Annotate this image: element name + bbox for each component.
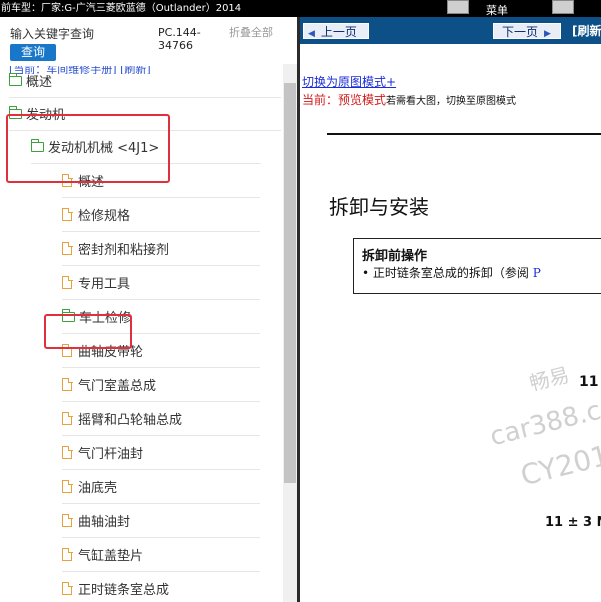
tree-item[interactable]: 概述 <box>8 64 281 98</box>
toolbar-icon[interactable] <box>552 0 574 14</box>
highlight-box <box>6 114 170 183</box>
watermark: CY201 <box>517 438 601 493</box>
doc-title: 拆卸与安装 <box>329 195 429 219</box>
tree-item[interactable]: 曲轴油封 <box>62 504 260 538</box>
tree-item-label: 摇臂和凸轮轴总成 <box>78 413 183 428</box>
tree-item-label: 曲轴油封 <box>78 515 131 530</box>
page-icon <box>62 479 73 493</box>
folder-icon <box>8 72 22 86</box>
switch-mode-link[interactable]: 切换为原图模式+ <box>302 73 396 90</box>
tree-item-label: 密封剂和粘接剂 <box>78 243 170 258</box>
scrollbar-thumb[interactable] <box>284 83 296 483</box>
tree-item-label: 专用工具 <box>78 277 131 292</box>
mode-status: 当前：预览模式若需看大图，切换至原图模式 <box>302 93 517 107</box>
tree-item-label: 气门室盖总成 <box>78 379 157 394</box>
tree-item-label: 检修规格 <box>78 209 131 224</box>
tree-item-label: 气缸盖垫片 <box>78 549 144 564</box>
reference-link[interactable]: P <box>533 266 541 280</box>
arrow-right-icon: ▶ <box>544 29 551 39</box>
tree-item[interactable]: 检修规格 <box>62 198 260 232</box>
tree-item-label: 油底壳 <box>78 481 118 496</box>
tree-item[interactable]: 气门杆油封 <box>62 436 260 470</box>
tree-item[interactable]: 摇臂和凸轮轴总成 <box>62 402 260 436</box>
tree-item-label: 气门杆油封 <box>78 447 144 462</box>
tree-item[interactable]: 气门室盖总成 <box>62 368 260 402</box>
torque-label: 11 ± 3 N <box>545 515 601 530</box>
page-icon <box>62 547 73 561</box>
nav-bar: ◀ 上一页 下一页 ▶ [刷新 <box>300 17 601 44</box>
page-icon <box>62 207 73 221</box>
right-panel: ◀ 上一页 下一页 ▶ [刷新 切换为原图模式+ 当前：预览模式若需看大图，切换至原… <box>300 17 601 602</box>
next-page-button[interactable]: 下一页 ▶ <box>493 23 561 39</box>
tree-item[interactable]: 密封剂和粘接剂 <box>62 232 260 266</box>
left-panel: 输入关键字查询 查询 PC.144-34766 折叠全部 [当前：车间维修手册]… <box>0 17 297 602</box>
tree-item[interactable]: 气缸盖垫片 <box>62 538 260 572</box>
arrow-left-icon: ◀ <box>308 29 315 39</box>
pre-operation-box: 拆卸前操作 • 正时链条室总成的拆卸（参阅 P <box>353 238 601 294</box>
tree-item-label: 正时链条室总成 <box>78 583 170 598</box>
page-code: PC.144-34766 <box>158 26 201 52</box>
page-icon <box>62 513 73 527</box>
window-title: 前车型：厂家:G-广汽三菱欧蓝德（Outlander）2014 <box>1 3 242 14</box>
divider-line <box>327 133 601 135</box>
page-icon <box>62 445 73 459</box>
torque-label: 11 ± <box>579 374 601 390</box>
pre-operation-heading: 拆卸前操作 <box>362 249 428 264</box>
page-icon <box>62 411 73 425</box>
tree-item[interactable]: 专用工具 <box>62 266 260 300</box>
pre-operation-item: • 正时链条室总成的拆卸（参阅 P <box>362 266 541 280</box>
menu-label[interactable]: 菜单 <box>486 5 508 16</box>
highlight-box <box>44 314 132 349</box>
prev-page-button[interactable]: ◀ 上一页 <box>303 23 369 39</box>
title-bar: 前车型：厂家:G-广汽三菱欧蓝德（Outlander）2014 菜单 <box>0 0 601 17</box>
refresh-link[interactable]: [刷新 <box>572 23 601 39</box>
tree-item[interactable]: 正时链条室总成 <box>62 572 260 602</box>
watermark: 畅易 <box>527 362 572 396</box>
search-button[interactable]: 查询 <box>10 44 56 61</box>
tree-item[interactable]: 油底壳 <box>62 470 260 504</box>
tree-item-label: 概述 <box>26 75 53 90</box>
page-icon <box>62 241 73 255</box>
page-icon <box>62 275 73 289</box>
page-icon <box>62 377 73 391</box>
page-icon <box>62 581 73 595</box>
search-input[interactable]: 输入关键字查询 <box>10 25 94 42</box>
collapse-all-button[interactable]: 折叠全部 <box>229 26 274 39</box>
toolbar-icon[interactable] <box>447 0 469 14</box>
